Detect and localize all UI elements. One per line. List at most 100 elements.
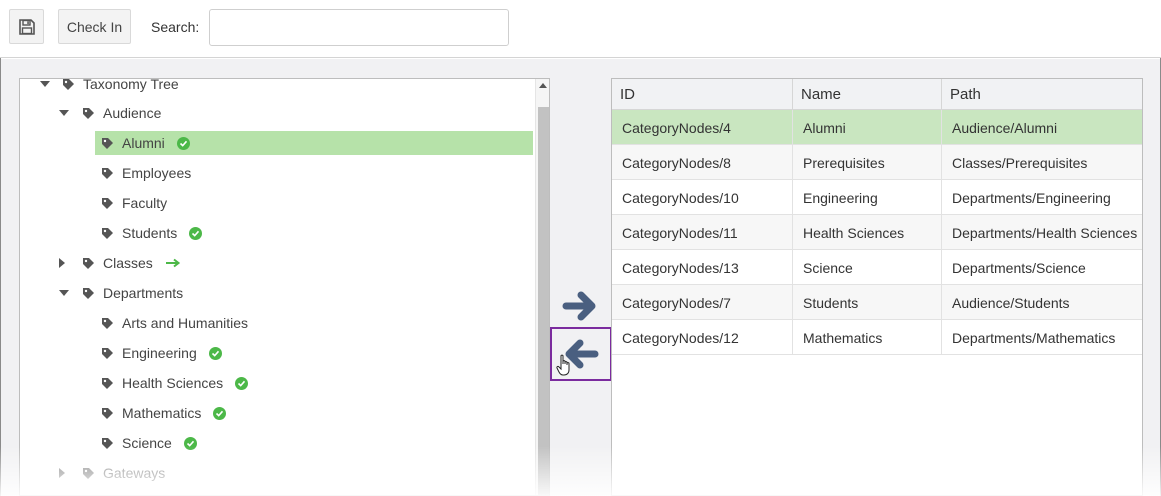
tree-node-label: Faculty (122, 195, 168, 211)
cell-id: CategoryNodes/13 (612, 250, 793, 285)
taxonomy-tree-panel: Taxonomy Tree Audience Alumni Employees … (19, 78, 550, 496)
tag-icon (102, 407, 113, 419)
table-row[interactable]: CategoryNodes/4 Alumni Audience/Alumni (612, 110, 1142, 145)
tag-icon (102, 377, 113, 389)
check-circle-icon (183, 436, 197, 450)
caret-down-icon[interactable] (40, 81, 50, 87)
cell-name: Science (793, 250, 942, 285)
tree-node-faculty[interactable]: Faculty (101, 191, 167, 215)
cell-name: Students (793, 285, 942, 320)
move-right-button[interactable] (560, 286, 600, 326)
tag-icon (63, 79, 74, 90)
column-header-path[interactable]: Path (942, 79, 1142, 110)
check-circle-icon (176, 136, 190, 150)
cell-path: Audience/Alumni (952, 119, 1058, 136)
floppy-disk-icon (18, 18, 35, 35)
cell-id: CategoryNodes/12 (612, 320, 793, 355)
tree-node-label: Taxonomy Tree (83, 78, 179, 92)
arrow-right-icon (165, 258, 181, 268)
tag-icon (102, 227, 113, 239)
tree-node-science[interactable]: Science (101, 431, 197, 455)
save-button[interactable] (9, 9, 44, 44)
tree-node-audience[interactable]: Audience (54, 101, 161, 125)
check-circle-icon (189, 226, 203, 240)
tree-node-label: Alumni (122, 135, 165, 151)
scrollbar-thumb[interactable] (538, 107, 549, 495)
tag-icon (102, 437, 113, 449)
column-header-id[interactable]: ID (612, 79, 793, 110)
tree-scrollbar[interactable] (535, 79, 549, 495)
tree-node-label: Engineering (122, 345, 197, 361)
tag-icon (83, 287, 94, 299)
tree-node-students[interactable]: Students (101, 221, 203, 245)
tag-icon (83, 467, 94, 479)
column-header-name[interactable]: Name (793, 79, 942, 110)
grid-header: ID Name Path (612, 79, 1142, 110)
cell-id: CategoryNodes/10 (612, 180, 793, 215)
tag-icon (102, 347, 113, 359)
tree-node-gateways[interactable]: Gateways (54, 461, 165, 485)
cell-name: Alumni (793, 110, 942, 145)
cell-name: Engineering (793, 180, 942, 215)
tree-node-label: Mathematics (122, 405, 202, 421)
tag-icon (102, 317, 113, 329)
hand-pointer-cursor-icon (556, 354, 570, 376)
scroll-up-arrow-icon[interactable] (539, 83, 547, 88)
tree-node-classes[interactable]: Classes (54, 251, 181, 275)
caret-down-icon[interactable] (59, 290, 69, 296)
caret-down-icon[interactable] (59, 110, 69, 116)
table-row[interactable]: CategoryNodes/12 Mathematics Departments… (612, 320, 1142, 355)
caret-right-icon[interactable] (59, 258, 65, 268)
caret-right-icon[interactable] (59, 468, 65, 478)
arrow-right-icon (562, 291, 596, 321)
cell-id: CategoryNodes/8 (612, 145, 793, 180)
tree-node-label: Gateways (103, 465, 166, 481)
tag-icon (102, 167, 113, 179)
cell-name: Mathematics (793, 320, 942, 355)
tree-node-health-sciences[interactable]: Health Sciences (101, 371, 249, 395)
table-row[interactable]: CategoryNodes/8 Prerequisites Classes/Pr… (612, 145, 1142, 180)
check-circle-icon (213, 406, 227, 420)
cell-name: Prerequisites (793, 145, 942, 180)
tree-node-label: Health Sciences (122, 375, 224, 391)
tree-node-label: Classes (103, 255, 153, 271)
check-circle-icon (235, 376, 249, 390)
tag-icon (102, 197, 113, 209)
cell-id: CategoryNodes/7 (612, 285, 793, 320)
cell-id: CategoryNodes/11 (612, 215, 793, 250)
cell-path: Audience/Students (952, 294, 1070, 311)
tree-node-label: Departments (103, 285, 184, 301)
table-row[interactable]: CategoryNodes/10 Engineering Departments… (612, 180, 1142, 215)
selected-nodes-grid: ID Name Path CategoryNodes/4 Alumni Audi… (611, 78, 1143, 496)
search-input[interactable] (209, 9, 509, 46)
cell-path: Departments/Health Sciences (952, 224, 1138, 241)
tree-node-label: Audience (103, 105, 162, 121)
tree-node-departments[interactable]: Departments (54, 281, 183, 305)
table-row[interactable]: CategoryNodes/13 Science Departments/Sci… (612, 250, 1142, 285)
tree-node-engineering[interactable]: Engineering (101, 341, 222, 365)
cell-id: CategoryNodes/4 (612, 110, 793, 145)
tree-node-label: Students (122, 225, 178, 241)
tag-icon (102, 137, 113, 149)
tree-node-alumni[interactable]: Alumni (95, 131, 533, 155)
tree-node-employees[interactable]: Employees (101, 161, 191, 185)
tree-node-label: Arts and Humanities (122, 315, 249, 331)
tree-node-label: Science (122, 435, 172, 451)
tree-node-label: Employees (122, 165, 192, 181)
toolbar: Check In Search: (0, 0, 1161, 58)
tag-icon (83, 257, 94, 269)
table-row[interactable]: CategoryNodes/11 Health Sciences Departm… (612, 215, 1142, 250)
cell-name: Health Sciences (793, 215, 942, 250)
cell-path: Classes/Prerequisites (952, 154, 1088, 171)
cell-path: Departments/Science (952, 259, 1086, 276)
table-row[interactable]: CategoryNodes/7 Students Audience/Studen… (612, 285, 1142, 320)
tree-node-arts-and-humanities[interactable]: Arts and Humanities (101, 311, 248, 335)
check-in-button[interactable]: Check In (58, 9, 131, 44)
search-label: Search: (151, 19, 200, 35)
tag-icon (83, 107, 94, 119)
tree-node-taxonomy-root[interactable]: Taxonomy Tree (34, 78, 179, 96)
tree-node-mathematics[interactable]: Mathematics (101, 401, 227, 425)
check-circle-icon (208, 346, 222, 360)
cell-path: Departments/Mathematics (952, 329, 1116, 346)
cell-path: Departments/Engineering (952, 189, 1111, 206)
